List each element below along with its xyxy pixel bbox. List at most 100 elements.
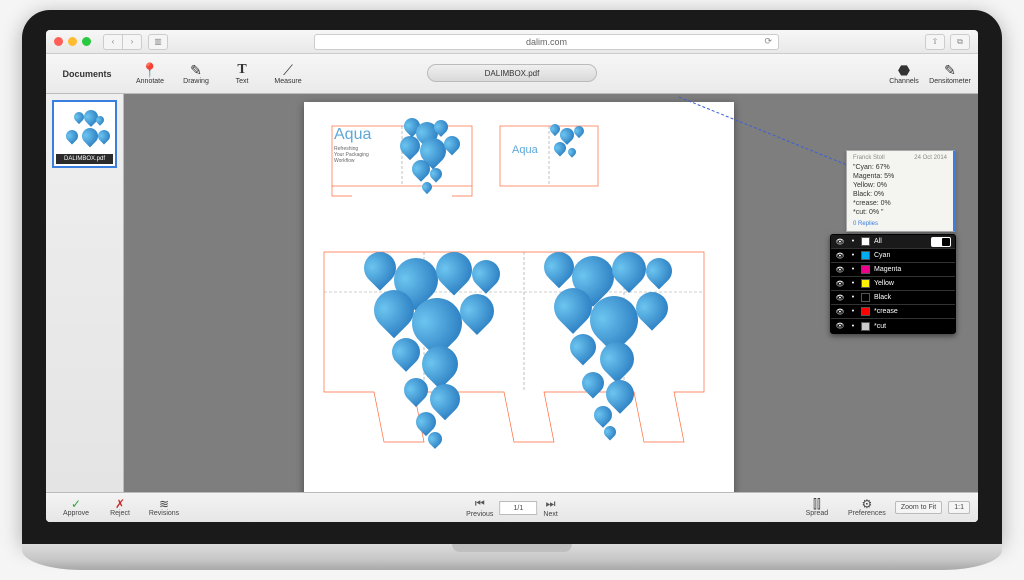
channel-all-label: All — [874, 238, 927, 245]
swatch — [861, 307, 870, 316]
canvas[interactable]: Aqua Refreshing Your Packaging Workflow — [124, 94, 978, 492]
forward-button[interactable]: › — [122, 34, 142, 50]
channel-toggle[interactable] — [931, 237, 951, 247]
channel-label: Black — [874, 294, 951, 301]
preferences-button[interactable]: ⚙ Preferences — [845, 498, 889, 517]
eye-icon[interactable]: 👁 — [835, 238, 845, 246]
window-controls — [54, 37, 91, 46]
preferences-label: Preferences — [848, 510, 886, 517]
url-text: dalim.com — [526, 37, 567, 47]
screen-bezel: ‹ › ▥ dalim.com ⟳ ⇧ ⧉ Documents — [22, 10, 1002, 544]
annotation-l3: Yellow: 0% — [853, 181, 947, 190]
swatch — [861, 279, 870, 288]
minimize-window-icon[interactable] — [68, 37, 77, 46]
approve-label: Approve — [63, 510, 89, 517]
close-window-icon[interactable] — [54, 37, 63, 46]
documents-sidebar: DALIMBOX.pdf — [46, 94, 124, 492]
prev-label: Previous — [466, 511, 493, 518]
page-nav: ⏮ Previous 1/1 ⏭ Next — [466, 498, 558, 518]
channels-tool[interactable]: ⬣ Channels — [882, 63, 926, 85]
brand-title: Aqua — [334, 126, 371, 144]
screen: ‹ › ▥ dalim.com ⟳ ⇧ ⧉ Documents — [46, 30, 978, 522]
drawing-tool[interactable]: ✎ Drawing — [174, 63, 218, 85]
reject-label: Reject — [110, 510, 130, 517]
proofing-app: Documents 📍 Annotate ✎ Drawing T Text — [46, 54, 978, 522]
share-button[interactable]: ⇧ — [925, 34, 945, 50]
ruler-icon: ⟋ — [283, 63, 293, 77]
bullet-icon: • — [849, 252, 857, 259]
channel-label: Cyan — [874, 252, 951, 259]
eye-icon[interactable]: 👁 — [835, 252, 845, 260]
pencil-icon: ✎ — [190, 63, 202, 77]
swatch — [861, 322, 870, 331]
text-icon: T — [237, 63, 246, 77]
nav-back-forward: ‹ › — [103, 34, 142, 50]
channel-row[interactable]: 👁 • *crease — [831, 305, 955, 319]
document-thumbnail[interactable]: DALIMBOX.pdf — [52, 100, 117, 168]
densitometer-tool[interactable]: ✎ Densitometer — [928, 63, 972, 85]
measure-tool[interactable]: ⟋ Measure — [266, 63, 310, 85]
back-button[interactable]: ‹ — [103, 34, 123, 50]
reload-icon[interactable]: ⟳ — [764, 36, 772, 47]
annotation-popup[interactable]: Franck Stoll 24 Oct 2014 "Cyan: 67% Mage… — [846, 150, 956, 232]
x-icon: ✗ — [115, 498, 125, 510]
channel-label: *crease — [874, 308, 951, 315]
channels-panel[interactable]: 👁 • All 👁•Cyan👁•Magenta👁•Yellow👁•Black👁•… — [830, 234, 956, 334]
sidebar-toggle-button[interactable]: ▥ — [148, 34, 168, 50]
next-page-button[interactable]: ⏭ — [546, 498, 556, 511]
artboard: Aqua Refreshing Your Packaging Workflow — [304, 102, 734, 492]
document-tab-label: DALIMBOX.pdf — [485, 69, 540, 78]
approve-button[interactable]: ✓ Approve — [54, 498, 98, 517]
channels-label: Channels — [889, 78, 919, 85]
channel-row[interactable]: 👁 • Cyan — [831, 249, 955, 263]
annotation-date: 24 Oct 2014 — [914, 155, 947, 161]
bullet-icon: • — [849, 308, 857, 315]
annotate-tool[interactable]: 📍 Annotate — [128, 63, 172, 85]
laptop-frame: ‹ › ▥ dalim.com ⟳ ⇧ ⧉ Documents — [22, 10, 1002, 570]
annotation-replies[interactable]: 0 Replies — [853, 221, 947, 227]
bullet-icon: • — [849, 280, 857, 287]
annotation-l4: Black: 0% — [853, 190, 947, 199]
tabs-button[interactable]: ⧉ — [950, 34, 970, 50]
fullscreen-window-icon[interactable] — [82, 37, 91, 46]
revisions-label: Revisions — [149, 510, 179, 517]
channel-row[interactable]: 👁 • Black — [831, 291, 955, 305]
next-label: Next — [543, 511, 557, 518]
pin-icon: 📍 — [141, 63, 158, 77]
annotation-l5: *crease: 0% — [853, 199, 947, 208]
zoom-11-button[interactable]: 1:1 — [948, 501, 970, 514]
bullet-icon: • — [849, 266, 857, 273]
app-footer: ✓ Approve ✗ Reject ≋ Revisions ⏮ — [46, 492, 978, 522]
page-indicator[interactable]: 1/1 — [499, 501, 537, 515]
eye-icon[interactable]: 👁 — [835, 308, 845, 316]
swatch — [861, 293, 870, 302]
brand-tagline: Refreshing Your Packaging Workflow — [334, 146, 369, 164]
text-tool[interactable]: T Text — [220, 63, 264, 85]
check-icon: ✓ — [71, 498, 81, 510]
url-field[interactable]: dalim.com ⟳ — [314, 34, 779, 50]
documents-header: Documents — [52, 69, 122, 79]
bullet-icon: • — [849, 323, 857, 330]
app-body: DALIMBOX.pdf Aqua — [46, 94, 978, 492]
annotate-label: Annotate — [136, 78, 164, 85]
eye-icon[interactable]: 👁 — [835, 322, 845, 330]
reject-button[interactable]: ✗ Reject — [98, 498, 142, 517]
channel-row[interactable]: 👁•*cut — [831, 319, 955, 333]
channel-row-all[interactable]: 👁 • All — [831, 235, 955, 249]
zoom-fit-button[interactable]: Zoom to Fit — [895, 501, 942, 514]
eyedropper-icon: ✎ — [944, 63, 956, 77]
measure-label: Measure — [274, 78, 301, 85]
spread-button[interactable]: ⫿⫿ Spread — [795, 498, 839, 517]
channel-label: Magenta — [874, 266, 951, 273]
swatch-all — [861, 237, 870, 246]
eye-icon[interactable]: 👁 — [835, 266, 845, 274]
channel-row[interactable]: 👁•Yellow — [831, 277, 955, 291]
document-tab[interactable]: DALIMBOX.pdf — [427, 64, 597, 82]
eye-icon[interactable]: 👁 — [835, 280, 845, 288]
channel-row[interactable]: 👁 • Magenta — [831, 263, 955, 277]
bullet-icon: • — [849, 294, 857, 301]
drawing-label: Drawing — [183, 78, 209, 85]
eye-icon[interactable]: 👁 — [835, 294, 845, 302]
prev-page-button[interactable]: ⏮ — [475, 498, 485, 511]
revisions-button[interactable]: ≋ Revisions — [142, 498, 186, 517]
